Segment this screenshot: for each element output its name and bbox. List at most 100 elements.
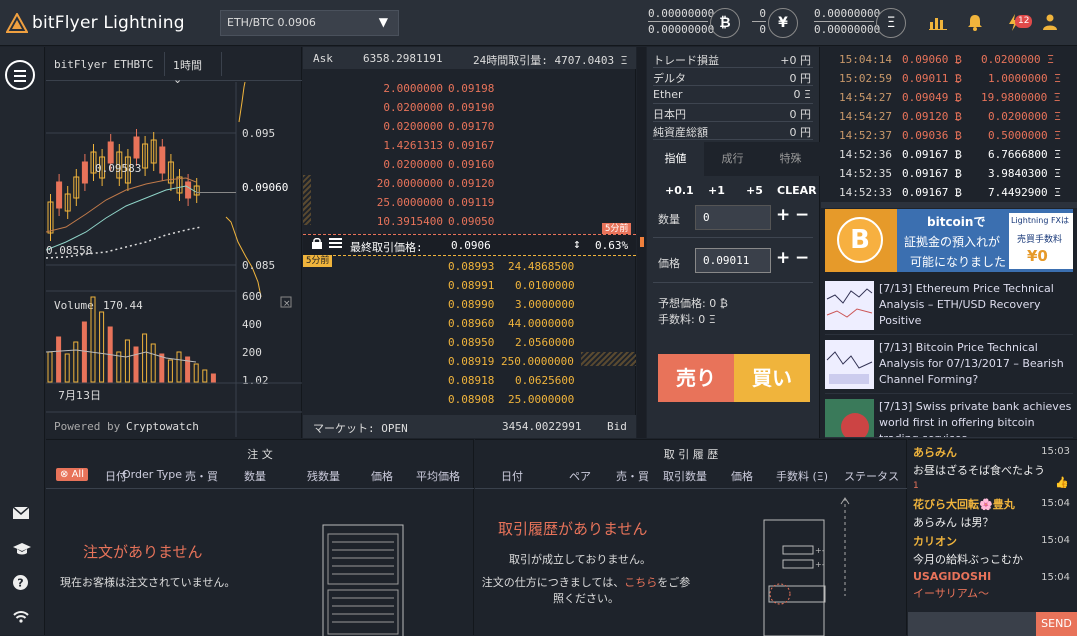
col-price[interactable]: 価格 [371,468,393,484]
volume-bar [167,359,173,383]
bid-row[interactable]: 0.08908 25.0000000 [303,390,636,409]
minus-icon[interactable]: − [795,248,809,268]
bid-row[interactable]: 0.08993 24.4868500 [303,257,636,276]
bid-row[interactable]: 0.08991 0.0100000 [303,276,636,295]
jpy-balance-total: 0 [759,23,766,36]
plus-icon[interactable]: + [776,205,790,225]
orders-empty-msg: 現在お客様は注文されていません。 [60,576,236,589]
add-0.1-button[interactable]: +0.1 [665,184,694,197]
news-item[interactable]: [7/13] Bitcoin Price Technical Analysis … [825,338,1073,394]
price-tick-label: 0.095 [242,127,275,140]
caret-down-icon: ▼ [378,15,388,29]
history-illustration: +- +- [763,497,850,636]
thumbs-up-icon[interactable]: 👍 [1055,476,1069,489]
help-link[interactable]: こちら [624,576,657,589]
chat-input[interactable] [908,612,1036,636]
col-qty[interactable]: 取引数量 [663,468,707,484]
tab-limit[interactable]: 指値 [647,142,704,176]
divider [475,488,907,489]
trade-row: 14:52:35 0.09167 ₿ 3.9840300 Ξ [821,164,1077,183]
cryptowatch-link[interactable]: Cryptowatch [126,420,199,433]
col-fee[interactable]: 手数料 (Ξ) [776,468,828,484]
ask-row[interactable]: 2.0000000 0.09198 [303,79,636,98]
price-input[interactable]: 0.09011 [695,248,771,273]
news-title[interactable]: [7/13] Bitcoin Price Technical Analysis … [879,340,1073,388]
history-help: 注文の仕方につきましては、こちらをご参照ください。 [481,575,691,607]
bid-row[interactable]: 0.08960 44.0000000 [303,314,636,333]
ask-row[interactable]: 10.3915400 0.09050 [303,212,636,231]
yen-icon[interactable]: ¥ [768,8,798,38]
pnl-row: デルタ 0 円 [653,68,813,86]
volume-label: Volume [54,299,94,312]
lock-icon[interactable] [312,237,322,252]
col-date[interactable]: 日付 [501,468,523,484]
clear-button[interactable]: CLEAR [777,184,817,197]
scrollbar-thumb[interactable] [640,237,644,247]
pair-select[interactable]: ETH/BTC 0.0906 ▼ [220,10,399,36]
tab-special[interactable]: 特殊 [762,142,819,176]
chart-icon[interactable] [929,14,947,34]
ask-row[interactable]: 25.0000000 0.09119 [303,193,636,212]
qty-input[interactable]: 0 [695,205,771,230]
minus-icon[interactable]: − [795,205,809,225]
col-order-type[interactable]: Order Type [122,468,182,481]
wifi-icon[interactable] [13,610,29,627]
ad-line-3: 可能になりました [910,255,1007,269]
mail-icon[interactable] [12,506,30,523]
news-title[interactable]: [7/13] Swiss private bank achieves world… [879,399,1073,437]
date-label: 7月13日 [58,389,101,402]
help-icon[interactable]: ? [13,575,28,594]
col-side[interactable]: 売・買 [185,468,218,484]
bitcoin-ad-banner[interactable]: B bitcoinで 証拠金の預入れが 可能になりました Lightning F… [825,209,1073,272]
col-pair[interactable]: ペア [569,468,591,484]
bell-icon[interactable] [967,14,983,35]
col-side[interactable]: 売・買 [616,468,649,484]
candlestick-chart[interactable]: 0.09583 0.08558 0.095 0.09060 0.085 Volu… [46,82,302,437]
ask-row[interactable]: 20.0000000 0.09120 [303,174,636,193]
buy-button[interactable]: 買い [734,354,810,402]
col-qty[interactable]: 数量 [244,468,266,484]
ask-row[interactable]: 0.0200000 0.09190 [303,98,636,117]
news-title[interactable]: [7/13] Ethereum Price Technical Analysis… [879,281,1073,329]
bid-row[interactable]: 0.08990 3.0000000 [303,295,636,314]
trade-row: 14:52:37 0.09036 ₿ 0.5000000 Ξ [821,126,1077,145]
orderbook-footer: マーケット: OPEN 3454.0022991 Bid [303,415,636,438]
bid-row[interactable]: 0.08918 0.0625600 [303,371,636,390]
news-item[interactable]: [7/13] Ethereum Price Technical Analysis… [825,279,1073,335]
tab-market[interactable]: 成行 [704,142,761,176]
col-price[interactable]: 価格 [731,468,753,484]
ask-price: 0.09198 [448,82,495,95]
col-remaining[interactable]: 残数量 [307,468,340,484]
volume-tick: 1.02 [242,374,269,387]
list-icon[interactable] [329,238,342,251]
logo[interactable]: bitFlyer Lightning [6,11,185,35]
orderbook-scrollbar[interactable] [637,47,646,438]
menu-icon[interactable] [5,60,35,90]
svg-text:+-: +- [815,546,825,555]
timeframe-select[interactable]: 1時間 ⌄ [164,52,222,86]
sell-button[interactable]: 売り [658,354,734,402]
trade-price: 0.09036 ₿ [902,129,962,142]
news-thumbnail [825,340,874,389]
ask-row[interactable]: 0.0200000 0.09170 [303,117,636,136]
bitcoin-icon[interactable]: ₿ [710,8,740,38]
send-button[interactable]: SEND [1036,612,1077,636]
ask-total: 6358.2981191 [363,52,443,65]
add-1-button[interactable]: +1 [708,184,725,197]
bid-row[interactable]: 0.08950 2.0560000 [303,333,636,352]
add-5-button[interactable]: +5 [746,184,763,197]
powered-by-label: Powered by [54,420,121,433]
ask-price: 0.09119 [448,196,495,209]
col-status[interactable]: ステータス [844,468,899,484]
ask-row[interactable]: 1.4261313 0.09167 [303,136,636,155]
ether-icon[interactable]: Ξ [876,8,906,38]
estimated-price: 予想価格: 0 ₿ [658,297,728,310]
ask-row[interactable]: 0.0200000 0.09160 [303,155,636,174]
plus-icon[interactable]: + [776,248,790,268]
graduation-cap-icon[interactable] [13,542,31,560]
user-icon[interactable] [1043,14,1057,34]
filter-all-button[interactable]: ⊗ All [56,468,88,481]
news-item[interactable]: [7/13] Swiss private bank achieves world… [825,397,1073,438]
bid-size: 25.0000000 [508,393,575,406]
col-avg-price[interactable]: 平均価格 [416,468,460,484]
